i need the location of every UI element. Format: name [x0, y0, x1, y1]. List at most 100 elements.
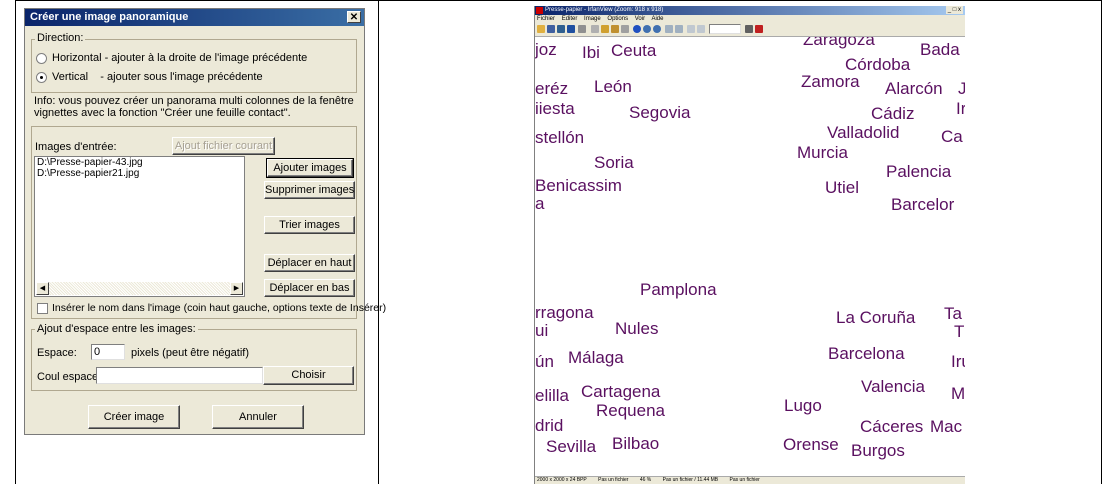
open-icon[interactable] [537, 25, 545, 33]
menu-editer[interactable]: Editer [562, 16, 578, 22]
save-icon[interactable] [567, 25, 575, 33]
move-up-button[interactable]: Déplacer en haut [264, 254, 355, 272]
city-label: Cartagena [581, 382, 661, 401]
scroll-right-icon[interactable]: ▶ [230, 282, 243, 295]
vertical-radio[interactable] [36, 72, 47, 83]
city-label: Mac [930, 417, 963, 436]
city-label: Barcelona [828, 344, 905, 363]
city-label: Requena [596, 401, 666, 420]
city-label: Barcelor [891, 195, 955, 214]
cell-border [378, 0, 379, 484]
sort-images-button[interactable]: Trier images [264, 216, 355, 234]
dialog-title: Créer une image panoramique [30, 11, 189, 23]
page-last-icon[interactable] [697, 25, 705, 33]
cancel-button[interactable]: Annuler [212, 405, 304, 429]
city-label: Nules [615, 319, 659, 338]
horizontal-label: Horizontal - ajouter à la droite de l'im… [52, 52, 308, 64]
add-current-file-button[interactable]: Ajout fichier courant [172, 137, 275, 155]
city-label: Zamora [801, 72, 860, 91]
insert-name-checkbox[interactable] [37, 303, 48, 314]
page-input[interactable] [709, 24, 741, 34]
input-images-label: Images d'entrée: [35, 141, 117, 153]
copy-icon[interactable] [601, 25, 609, 33]
city-label: joz [535, 40, 557, 59]
image-canvas[interactable]: Zaragoza Bada Ceuta Ibi joz Córdoba Zamo… [535, 37, 965, 478]
add-images-button[interactable]: Ajouter images [266, 158, 354, 178]
horizontal-radio[interactable] [36, 53, 47, 64]
choose-color-button[interactable]: Choisir [263, 366, 354, 385]
move-down-button[interactable]: Déplacer en bas [264, 279, 355, 297]
thumbnails-icon[interactable] [547, 25, 555, 33]
city-label: Valencia [861, 377, 925, 396]
city-label: Ta [944, 304, 962, 323]
settings-icon[interactable] [745, 25, 753, 33]
cut-icon[interactable] [591, 25, 599, 33]
delete-icon[interactable] [578, 25, 586, 33]
file-list[interactable]: D:\Presse-papier-43.jpg D:\Presse-papier… [34, 156, 245, 297]
city-label: elilla [535, 386, 570, 405]
remove-images-button[interactable]: Supprimer images [264, 181, 355, 199]
city-label: Sevilla [546, 437, 597, 456]
city-label: La Coruña [836, 308, 916, 327]
slideshow-icon[interactable] [557, 25, 565, 33]
city-label: M [951, 384, 965, 403]
city-label: ún [535, 352, 554, 371]
irfanview-app-icon [536, 7, 543, 14]
city-label: Cádiz [871, 104, 915, 123]
city-label: Palencia [886, 162, 952, 181]
next-icon[interactable] [675, 25, 683, 33]
window-controls-icon[interactable]: _ □ x [945, 6, 963, 14]
status-dimensions: 2000 x 2000 x 24 BPP [537, 477, 587, 483]
city-label: Ir [956, 99, 965, 118]
previous-icon[interactable] [665, 25, 673, 33]
city-label: Bada [920, 40, 960, 59]
viewer-title: Presse-papier - IrfanView (Zoom: 918 x 9… [545, 7, 664, 13]
close-icon[interactable]: ✕ [347, 11, 361, 23]
irfanview-window: Presse-papier - IrfanView (Zoom: 918 x 9… [534, 6, 965, 484]
menu-voir[interactable]: Voir [635, 16, 645, 22]
horizontal-scrollbar[interactable]: ◀ ▶ [36, 282, 243, 295]
vertical-label: Vertical - ajouter sous l'image précéden… [52, 71, 263, 83]
zoom-out-icon[interactable] [653, 25, 661, 33]
city-label: Burgos [851, 441, 905, 460]
space-label: Espace: [37, 347, 77, 359]
page-first-icon[interactable] [687, 25, 695, 33]
city-label: León [594, 77, 632, 96]
list-item[interactable]: D:\Presse-papier-43.jpg [35, 157, 244, 168]
status-memory: Pas un fichier / 11.44 MB [662, 477, 719, 483]
scroll-left-icon[interactable]: ◀ [36, 282, 49, 295]
city-label: Ca [941, 127, 963, 146]
city-label: Orense [783, 435, 839, 454]
status-zoom: 46 % [639, 477, 652, 483]
info-text: Info: vous pouvez créer un panorama mult… [34, 95, 354, 119]
city-label: Bilbao [612, 434, 660, 453]
info-icon[interactable] [633, 25, 641, 33]
city-label: a [535, 194, 545, 213]
city-label: Valladolid [827, 123, 900, 142]
viewer-statusbar: 2000 x 2000 x 24 BPP Pas un fichier 46 %… [535, 476, 965, 484]
exit-icon[interactable] [755, 25, 763, 33]
dialog-titlebar: Créer une image panoramique ✕ [25, 9, 364, 26]
city-label: Málaga [568, 348, 624, 367]
direction-legend: Direction: [35, 32, 86, 44]
city-label: Benicassim [535, 176, 622, 195]
city-label: Murcia [797, 143, 849, 162]
menu-aide[interactable]: Aide [651, 16, 663, 22]
create-image-button[interactable]: Créer image [88, 405, 180, 429]
list-item[interactable]: D:\Presse-papier21.jpg [35, 168, 244, 179]
menu-fichier[interactable]: Fichier [537, 16, 555, 22]
city-label: stellón [535, 128, 585, 147]
color-input[interactable] [96, 367, 263, 384]
menu-image[interactable]: Image [584, 16, 601, 22]
undo-icon[interactable] [621, 25, 629, 33]
cell-border [1101, 0, 1102, 484]
city-label: Segovia [629, 103, 691, 122]
insert-name-label: Insérer le nom dans l'image (coin haut g… [52, 302, 387, 314]
viewer-titlebar: Presse-papier - IrfanView (Zoom: 918 x 9… [535, 6, 965, 15]
space-input[interactable]: 0 [91, 344, 125, 360]
menu-options[interactable]: Options [607, 16, 628, 22]
city-label: Lugo [784, 396, 822, 415]
zoom-in-icon[interactable] [643, 25, 651, 33]
paste-icon[interactable] [611, 25, 619, 33]
city-label: Zaragoza [803, 37, 875, 49]
